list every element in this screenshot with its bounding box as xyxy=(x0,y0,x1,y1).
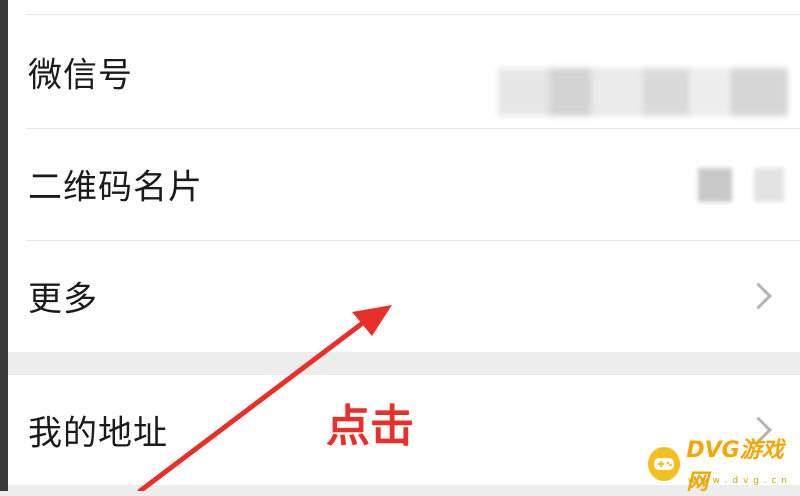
row-wechat-id[interactable]: 微信号 xyxy=(8,16,800,128)
profile-settings-card: 微信号 二维码名片 更多 xyxy=(8,0,800,352)
row-qr-code[interactable]: 二维码名片 xyxy=(8,128,800,240)
row-label: 微信号 xyxy=(28,55,133,96)
chevron-right-icon-blurred xyxy=(754,168,784,202)
divider xyxy=(26,14,800,15)
watermark: DVG游戏网 w w w . d v g . c n xyxy=(648,438,800,495)
watermark-url: w w w . d v g . c n xyxy=(688,476,788,486)
qr-code-icon xyxy=(698,168,732,202)
wechat-id-value-blurred xyxy=(498,68,788,116)
row-label: 我的地址 xyxy=(28,413,168,454)
row-label: 更多 xyxy=(28,279,98,320)
click-annotation-label: 点击 xyxy=(326,401,414,452)
gamepad-icon xyxy=(648,447,681,481)
watermark-text: DVG游戏网 xyxy=(686,438,784,495)
left-edge-shadow xyxy=(0,0,8,491)
chevron-right-icon xyxy=(745,282,772,310)
row-more[interactable]: 更多 xyxy=(8,240,800,352)
row-label: 二维码名片 xyxy=(28,167,203,208)
